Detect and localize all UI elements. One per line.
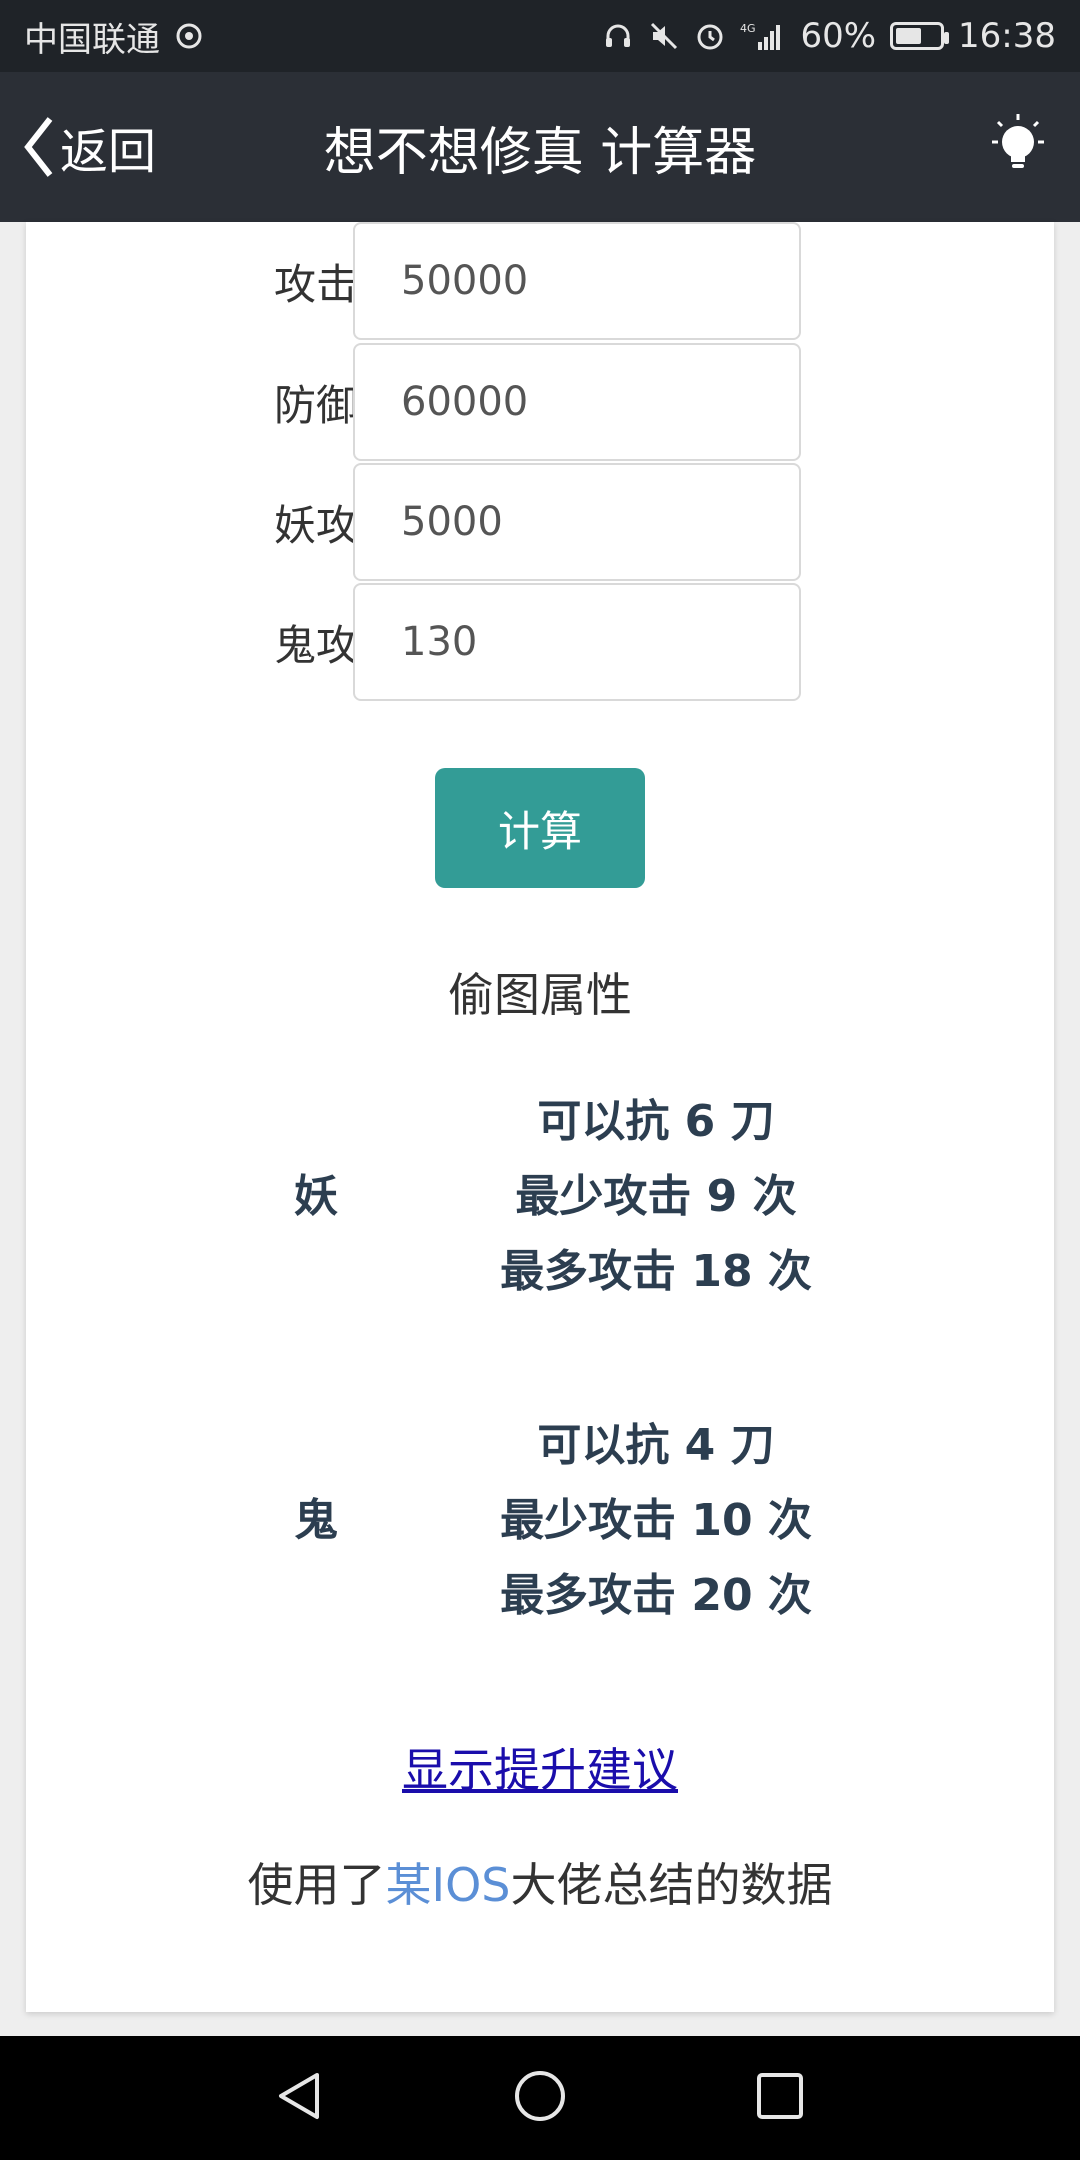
attack-input[interactable] [353, 222, 801, 340]
defense-label: 防御 [273, 380, 358, 430]
triangle-back-icon [273, 2069, 327, 2127]
result-lines-ghost: 可以抗 4 刀 最少攻击 10 次 最多攻击 20 次 [426, 1408, 886, 1624]
battery-percent: 60% [800, 16, 877, 56]
battery-icon [890, 22, 950, 50]
ghost-attack-input[interactable] [353, 583, 801, 701]
carrier-name: 中国联通 [24, 19, 160, 60]
clock: 16:38 [958, 16, 1056, 56]
results-heading: 偷图属性 [448, 968, 632, 1022]
demon-attack-label: 妖攻 [273, 500, 358, 550]
battery-fill [896, 28, 922, 44]
network-type-label: 4G [740, 22, 756, 35]
result-lines-demon: 可以抗 6 刀 最少攻击 9 次 最多攻击 18 次 [426, 1084, 886, 1300]
result-line: 最多攻击 18 次 [500, 1246, 812, 1297]
back-button[interactable]: 返回 [22, 72, 156, 222]
result-type-demon: 妖 [294, 1171, 338, 1222]
result-block-demon: 妖 可以抗 6 刀 最少攻击 9 次 最多攻击 18 次 [26, 1084, 1054, 1300]
result-block-ghost: 鬼 可以抗 4 刀 最少攻击 10 次 最多攻击 20 次 [26, 1408, 1054, 1624]
hotspot-icon [174, 21, 204, 51]
status-right: 4G 60% 16:38 [602, 16, 1056, 56]
lightbulb-button[interactable] [978, 108, 1058, 188]
back-nav-button[interactable] [265, 2063, 335, 2133]
mute-icon [648, 20, 680, 52]
calculate-button[interactable]: 计算 [435, 768, 645, 888]
result-type-ghost: 鬼 [294, 1495, 338, 1546]
home-nav-button[interactable] [505, 2063, 575, 2133]
alarm-icon [694, 20, 726, 52]
system-nav-bar [0, 2036, 1080, 2160]
result-line: 最少攻击 9 次 [515, 1171, 797, 1222]
back-label: 返回 [60, 124, 157, 180]
square-recents-icon [754, 2070, 806, 2126]
form-row-ghost-attack: 鬼攻 [26, 583, 1054, 701]
credit-text: 使用了 某IOS 大佬总结的数据 [26, 1847, 1054, 1917]
credit-source-link[interactable]: 某IOS [386, 1849, 511, 1915]
credit-suffix: 大佬总结的数据 [510, 1858, 833, 1912]
show-advice-link[interactable]: 显示提升建议 [26, 1732, 1054, 1802]
signal-icon: 4G [740, 20, 786, 52]
demon-attack-input[interactable] [353, 463, 801, 581]
form-row-attack: 攻击 [26, 222, 1054, 340]
status-left: 中国联通 [24, 12, 204, 61]
ghost-attack-label: 鬼攻 [273, 620, 358, 670]
defense-input[interactable] [353, 343, 801, 461]
headset-icon [602, 20, 634, 52]
form-row-demon-attack: 妖攻 [26, 463, 1054, 581]
recents-nav-button[interactable] [745, 2063, 815, 2133]
result-line: 最多攻击 20 次 [500, 1570, 812, 1621]
result-line: 最少攻击 10 次 [500, 1495, 812, 1546]
result-line: 可以抗 6 刀 [537, 1096, 775, 1147]
result-line: 可以抗 4 刀 [537, 1420, 775, 1471]
form-row-defense: 防御 [26, 343, 1054, 461]
status-bar: 中国联通 4G 60% 16:38 [0, 0, 1080, 72]
app-header: 返回 想不想修真 计算器 [0, 72, 1080, 222]
circle-home-icon [512, 2068, 568, 2128]
calculator-card: 攻击 防御 妖攻 鬼攻 计算 偷图属性 妖 可以抗 6 刀 最少攻击 9 次 最… [26, 222, 1054, 2012]
attack-label: 攻击 [273, 259, 358, 309]
lightbulb-icon [982, 110, 1054, 186]
chevron-left-icon [22, 115, 56, 179]
page-title: 想不想修真 计算器 [323, 122, 757, 183]
credit-prefix: 使用了 [247, 1858, 386, 1912]
